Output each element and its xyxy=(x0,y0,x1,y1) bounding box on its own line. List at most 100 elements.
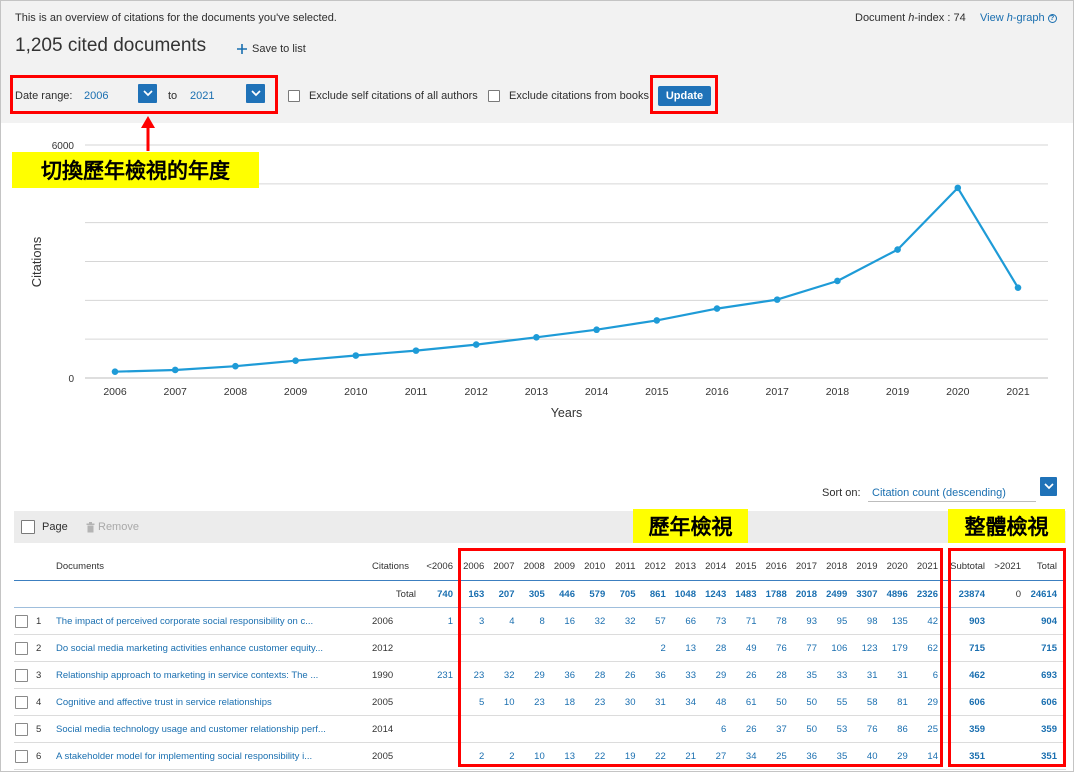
document-title-link[interactable]: Cognitive and affective trust in service… xyxy=(52,697,368,708)
year-citation-value[interactable]: 95 xyxy=(821,616,851,627)
update-button[interactable]: Update xyxy=(658,86,711,106)
year-citation-value[interactable]: 23 xyxy=(579,697,609,708)
year-citation-value[interactable]: 34 xyxy=(670,697,700,708)
date-from-dropdown-button[interactable] xyxy=(138,84,157,103)
year-citation-value[interactable]: 179 xyxy=(882,643,912,654)
year-citation-value[interactable]: 23 xyxy=(458,670,488,681)
year-citation-value[interactable]: 26 xyxy=(609,670,639,681)
year-citation-value[interactable]: 16 xyxy=(549,616,579,627)
year-citation-value[interactable]: 3 xyxy=(458,616,488,627)
total-year-value[interactable]: 1788 xyxy=(761,589,791,600)
view-h-graph-link[interactable]: View h-graph xyxy=(980,11,1057,25)
year-citation-value[interactable]: 29 xyxy=(700,670,730,681)
year-citation-value[interactable]: 135 xyxy=(882,616,912,627)
year-citation-value[interactable]: 10 xyxy=(519,751,549,762)
total-value[interactable]: 693 xyxy=(1026,670,1066,681)
row-checkbox[interactable] xyxy=(15,695,28,709)
row-checkbox[interactable] xyxy=(15,722,28,736)
year-citation-value[interactable]: 25 xyxy=(761,751,791,762)
total-year-value[interactable]: 446 xyxy=(549,589,579,600)
subtotal-value[interactable]: 359 xyxy=(942,724,990,735)
row-checkbox[interactable] xyxy=(15,749,28,763)
year-citation-value[interactable]: 57 xyxy=(640,616,670,627)
year-citation-value[interactable]: 48 xyxy=(700,697,730,708)
total-value[interactable]: 359 xyxy=(1026,724,1066,735)
year-citation-value[interactable]: 42 xyxy=(912,616,942,627)
year-citation-value[interactable]: 53 xyxy=(821,724,851,735)
year-citation-value[interactable]: 31 xyxy=(882,670,912,681)
total-year-value[interactable]: 579 xyxy=(579,589,609,600)
year-citation-value[interactable]: 25 xyxy=(912,724,942,735)
year-citation-value[interactable]: 106 xyxy=(821,643,851,654)
year-citation-value[interactable]: 13 xyxy=(549,751,579,762)
year-citation-value[interactable]: 76 xyxy=(761,643,791,654)
subtotal-value[interactable]: 903 xyxy=(942,616,990,627)
year-citation-value[interactable]: 58 xyxy=(851,697,881,708)
year-citation-value[interactable]: 28 xyxy=(761,670,791,681)
exclude-self-citations-label[interactable]: Exclude self citations of all authors xyxy=(309,89,478,103)
year-citation-value[interactable]: 123 xyxy=(851,643,881,654)
total-year-value[interactable]: 1048 xyxy=(670,589,700,600)
year-citation-value[interactable]: 35 xyxy=(791,670,821,681)
row-checkbox[interactable] xyxy=(15,668,28,682)
document-title-link[interactable]: The impact of perceived corporate social… xyxy=(52,616,368,627)
year-citation-value[interactable]: 35 xyxy=(821,751,851,762)
year-citation-value[interactable]: 13 xyxy=(670,643,700,654)
year-citation-value[interactable]: 36 xyxy=(549,670,579,681)
total-year-value[interactable]: 1483 xyxy=(730,589,760,600)
year-citation-value[interactable]: 61 xyxy=(730,697,760,708)
date-to-dropdown-button[interactable] xyxy=(246,84,265,103)
year-citation-value[interactable]: 29 xyxy=(519,670,549,681)
total-year-value[interactable]: 207 xyxy=(488,589,518,600)
save-to-list-button[interactable]: Save to list xyxy=(236,42,306,56)
year-citation-value[interactable]: 50 xyxy=(791,724,821,735)
year-citation-value[interactable]: 31 xyxy=(851,670,881,681)
year-citation-value[interactable]: 19 xyxy=(609,751,639,762)
year-citation-value[interactable]: 34 xyxy=(730,751,760,762)
total-year-value[interactable]: 4896 xyxy=(882,589,912,600)
year-citation-value[interactable]: 49 xyxy=(730,643,760,654)
total-year-value[interactable]: 861 xyxy=(640,589,670,600)
total-value[interactable]: 904 xyxy=(1026,616,1066,627)
total-subtotal-value[interactable]: 23874 xyxy=(942,589,990,600)
year-citation-value[interactable]: 71 xyxy=(730,616,760,627)
exclude-books-label[interactable]: Exclude citations from books xyxy=(509,89,649,103)
total-year-value[interactable]: 705 xyxy=(609,589,639,600)
year-citation-value[interactable]: 50 xyxy=(761,697,791,708)
sort-dropdown-button[interactable] xyxy=(1040,477,1057,496)
year-citation-value[interactable]: 81 xyxy=(882,697,912,708)
year-citation-value[interactable]: 31 xyxy=(640,697,670,708)
year-citation-value[interactable]: 4 xyxy=(488,616,518,627)
year-citation-value[interactable]: 40 xyxy=(851,751,881,762)
year-citation-value[interactable]: 33 xyxy=(821,670,851,681)
year-citation-value[interactable]: 36 xyxy=(640,670,670,681)
year-citation-value[interactable]: 32 xyxy=(579,616,609,627)
total-year-value[interactable]: 163 xyxy=(458,589,488,600)
year-citation-value[interactable]: 6 xyxy=(700,724,730,735)
select-page-label[interactable]: Page xyxy=(42,520,68,534)
date-from-select[interactable]: 2006 xyxy=(84,89,108,103)
year-citation-value[interactable]: 6 xyxy=(912,670,942,681)
year-citation-value[interactable]: 2 xyxy=(488,751,518,762)
year-citation-value[interactable]: 28 xyxy=(700,643,730,654)
year-citation-value[interactable]: 18 xyxy=(549,697,579,708)
exclude-self-citations-checkbox[interactable] xyxy=(288,90,300,102)
total-year-value[interactable]: 2499 xyxy=(821,589,851,600)
remove-button[interactable]: Remove xyxy=(86,520,139,534)
year-citation-value[interactable]: 93 xyxy=(791,616,821,627)
total-year-value[interactable]: 305 xyxy=(519,589,549,600)
before-range-value[interactable]: 1 xyxy=(420,616,458,627)
total-value[interactable]: 715 xyxy=(1026,643,1066,654)
year-citation-value[interactable]: 5 xyxy=(458,697,488,708)
document-title-link[interactable]: Social media technology usage and custom… xyxy=(52,724,368,735)
year-citation-value[interactable]: 33 xyxy=(670,670,700,681)
year-citation-value[interactable]: 8 xyxy=(519,616,549,627)
year-citation-value[interactable]: 22 xyxy=(579,751,609,762)
year-citation-value[interactable]: 2 xyxy=(640,643,670,654)
total-before-range-value[interactable]: 740 xyxy=(420,589,458,600)
year-citation-value[interactable]: 66 xyxy=(670,616,700,627)
year-citation-value[interactable]: 76 xyxy=(851,724,881,735)
row-checkbox[interactable] xyxy=(15,641,28,655)
year-citation-value[interactable]: 30 xyxy=(609,697,639,708)
year-citation-value[interactable]: 98 xyxy=(851,616,881,627)
